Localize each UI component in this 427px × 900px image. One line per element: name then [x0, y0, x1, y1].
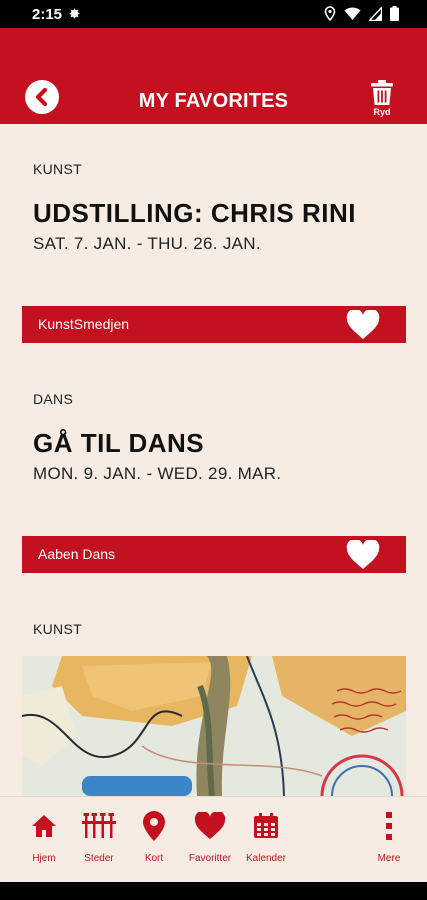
venue-bar[interactable]: KunstSmedjen [22, 306, 406, 343]
event-category: KUNST [33, 621, 82, 637]
battery-icon [390, 6, 399, 21]
tab-more[interactable]: Mere [359, 811, 419, 864]
tab-label: Steder [84, 853, 114, 864]
tab-label: Kalender [245, 853, 287, 864]
tab-label: Mere [377, 853, 401, 864]
venue-name: KunstSmedjen [38, 316, 130, 332]
status-time: 2:15 [32, 6, 63, 23]
page-title: MY FAVORITES [138, 90, 289, 112]
location-icon [324, 6, 336, 21]
tab-label: Hjem [32, 853, 56, 864]
event-dates: MON. 9. JAN. - WED. 29. MAR. [33, 464, 282, 483]
tab-calendar[interactable]: Kalender [236, 811, 296, 864]
favorites-list[interactable]: KUNST UDSTILLING: CHRIS RINI SAT. 7. JAN… [0, 124, 427, 796]
wifi-icon [344, 6, 361, 20]
signal-icon [369, 6, 382, 21]
favorite-heart-icon[interactable] [346, 540, 380, 570]
event-category: KUNST [33, 161, 82, 177]
tab-label: Kort [144, 853, 164, 864]
event-category: DANS [33, 391, 74, 407]
venue-bar[interactable]: Aaben Dans [22, 536, 406, 573]
event-title[interactable]: GÅ TIL DANS [33, 428, 204, 459]
tab-label: Favoritter [188, 853, 232, 864]
trash-icon [371, 80, 393, 105]
more-vertical-icon [386, 812, 392, 840]
venue-name: Aaben Dans [38, 546, 116, 562]
event-artwork-image[interactable] [22, 656, 406, 796]
calendar-icon [254, 813, 278, 838]
status-bar: 2:15 [0, 0, 427, 28]
event-dates: SAT. 7. JAN. - THU. 26. JAN. [33, 234, 261, 253]
settings-gear-icon [69, 8, 80, 19]
event-title[interactable]: UDSTILLING: CHRIS RINI [33, 198, 356, 229]
tab-places[interactable]: Steder [69, 811, 129, 864]
tab-map[interactable]: Kort [124, 811, 184, 864]
system-navigation-bar [0, 882, 427, 900]
places-icon [82, 813, 116, 838]
tab-home[interactable]: Hjem [14, 811, 74, 864]
tab-favorites[interactable]: Favoritter [180, 811, 240, 864]
clear-favorites-button[interactable]: Ryd [367, 80, 397, 124]
bottom-tab-bar: Hjem Steder Kort Favoritter Kalender Mer… [0, 796, 427, 882]
map-pin-icon [143, 811, 165, 841]
heart-icon [194, 812, 226, 840]
artwork-illustration [22, 656, 406, 796]
favorite-heart-icon[interactable] [346, 310, 380, 340]
clear-label: Ryd [373, 107, 391, 117]
home-icon [32, 815, 56, 837]
